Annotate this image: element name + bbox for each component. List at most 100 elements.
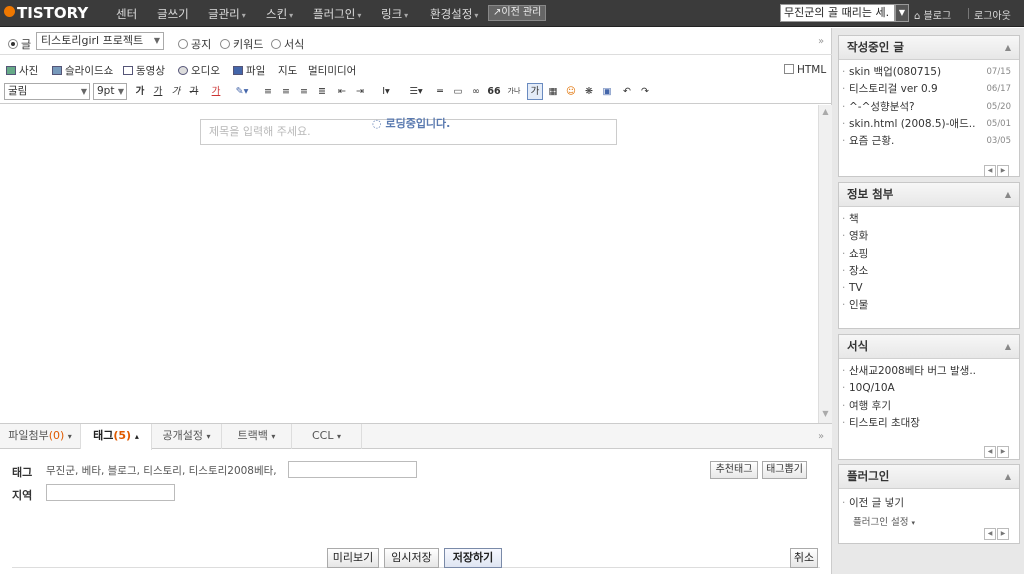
nav-write[interactable]: 글쓰기 [157, 6, 189, 22]
tab-attach[interactable]: 파일첨부(0) ▾ [0, 424, 81, 449]
horizontal-rule-icon[interactable]: ═ [432, 83, 448, 100]
plugins-panel-header[interactable]: 플러그인 ▲ [839, 465, 1019, 489]
list-item[interactable]: skin 백업(080715) 07/15 [839, 64, 1019, 81]
category-select[interactable]: 티스토리girl 프로젝트 ▼ [36, 32, 164, 50]
italic-button[interactable]: 가 [168, 83, 184, 100]
writing-panel-header[interactable]: 작성중인 글 ▲ [839, 36, 1019, 60]
prev-page-icon[interactable]: ◀ [984, 446, 996, 458]
form-radio[interactable]: 서식 [271, 36, 304, 52]
align-center-icon[interactable]: ≡ [278, 83, 294, 100]
prev-page-icon[interactable]: ◀ [984, 528, 996, 540]
highlight-color-icon[interactable]: ✎▾ [230, 83, 254, 100]
sparkle-icon[interactable]: ❋ [581, 83, 597, 100]
info-panel-header[interactable]: 정보 첨부 ▲ [839, 183, 1019, 207]
next-page-icon[interactable]: ▶ [997, 165, 1009, 177]
blog-link[interactable]: ⌂ 블로그 [914, 7, 951, 22]
tag-input[interactable] [288, 461, 417, 478]
multimedia-button[interactable]: 멀티미디어 [308, 63, 356, 78]
list-item[interactable]: 요즘 근황. 03/05 [839, 133, 1019, 150]
scroll-down-icon[interactable]: ▼ [820, 409, 831, 421]
undo-icon[interactable]: ↶ [619, 83, 635, 100]
emoticon-icon[interactable]: ☺ [563, 83, 579, 100]
collapse-sidebar-icon[interactable]: » [818, 36, 824, 47]
audio-button[interactable]: 오디오 [178, 63, 220, 78]
logout-link[interactable]: 로그아웃 [974, 7, 1011, 22]
file-button[interactable]: 파일 [233, 63, 265, 78]
nav-settings[interactable]: 환경설정 ▾ [430, 6, 478, 22]
prev-page-icon[interactable]: ◀ [984, 165, 996, 177]
list-item[interactable]: 10Q/10A [839, 380, 1019, 397]
underline-button[interactable]: 가 [150, 83, 166, 100]
list-item[interactable]: 여행 후기 [839, 398, 1019, 415]
tab-visibility[interactable]: 공개설정 ▾ [152, 424, 222, 449]
editor-scrollbar[interactable]: ▲ ▼ [818, 105, 832, 423]
nav-skin[interactable]: 스킨 ▾ [266, 6, 293, 22]
keyword-radio[interactable]: 키워드 [220, 36, 263, 52]
next-page-icon[interactable]: ▶ [997, 446, 1009, 458]
forms-panel-header[interactable]: 서식 ▲ [839, 335, 1019, 359]
font-family-select[interactable]: 굴림 ▼ [4, 83, 90, 100]
preview-button[interactable]: 미리보기 [327, 548, 379, 568]
special-char-button[interactable]: 가나 [504, 83, 524, 100]
list-item[interactable]: ^-^성향분석? 05/20 [839, 99, 1019, 116]
slideshow-button[interactable]: 슬라이드쇼 [52, 63, 113, 78]
bold-button[interactable]: 가 [132, 83, 148, 100]
cancel-button[interactable]: 취소 [790, 548, 818, 568]
region-input[interactable] [46, 484, 175, 501]
collapse-panel-icon[interactable]: » [818, 431, 824, 442]
quote-button[interactable]: 66 [486, 83, 502, 100]
blog-select-dropdown-icon[interactable]: ▼ [895, 4, 909, 22]
nav-post-manage[interactable]: 글관리 ▾ [208, 6, 246, 22]
info-item-movie[interactable]: 영화 [839, 228, 1019, 245]
redo-icon[interactable]: ↷ [637, 83, 653, 100]
align-justify-icon[interactable]: ≣ [314, 83, 330, 100]
tab-trackback[interactable]: 트랙백 ▾ [222, 424, 292, 449]
info-item-person[interactable]: 인물 [839, 297, 1019, 314]
list-item[interactable]: 티스토리 초대장 [839, 415, 1019, 432]
align-right-icon[interactable]: ≡ [296, 83, 312, 100]
align-left-icon[interactable]: ≡ [260, 83, 276, 100]
box-icon[interactable]: ▭ [450, 83, 466, 100]
video-button[interactable]: 동영상 [123, 63, 165, 78]
line-height-icon[interactable]: I▾ [374, 83, 398, 100]
list-item[interactable]: skin.html (2008.5)-애드.. 05/01 [839, 116, 1019, 133]
nav-center[interactable]: 센터 [116, 6, 137, 22]
list-item[interactable]: 티스토리걸 ver 0.9 06/17 [839, 81, 1019, 98]
list-item[interactable]: 산새교2008베타 버그 발생.. [839, 363, 1019, 380]
nav-link[interactable]: 링크 ▾ [381, 6, 408, 22]
font-color-button[interactable]: 가 [204, 83, 228, 100]
recommend-tag-button[interactable]: 추천태그 [710, 461, 758, 479]
nav-plugin[interactable]: 플러그인 ▾ [313, 6, 361, 22]
table-icon[interactable]: ▦ [545, 83, 561, 100]
info-item-shopping[interactable]: 쇼핑 [839, 246, 1019, 263]
scroll-up-icon[interactable]: ▲ [820, 107, 831, 119]
font-size-select[interactable]: 9pt ▼ [93, 83, 127, 100]
html-mode-checkbox[interactable]: HTML [784, 64, 826, 76]
draft-button[interactable]: 임시저장 [384, 548, 439, 568]
content-editor[interactable] [0, 105, 818, 423]
strikethrough-button[interactable]: 가 [186, 83, 202, 100]
info-item-book[interactable]: 책 [839, 211, 1019, 228]
tab-ccl[interactable]: CCL ▾ [292, 424, 362, 449]
fetch-tag-button[interactable]: 태그뽑기 [762, 461, 807, 479]
map-button[interactable]: 지도 [278, 63, 297, 78]
prev-admin-button[interactable]: ↗이전 관리 [488, 5, 547, 21]
blog-select[interactable]: 무진군의 골 때리는 세. [780, 4, 895, 22]
list-icon[interactable]: ☰▾ [404, 83, 428, 100]
notice-radio[interactable]: 공지 [178, 36, 211, 52]
save-disk-icon[interactable]: ▣ [599, 83, 615, 100]
tab-tag[interactable]: 태그(5) ▴ [81, 424, 152, 450]
post-radio[interactable]: 글 [8, 36, 31, 52]
info-item-tv[interactable]: TV [839, 280, 1019, 297]
list-item[interactable]: 이전 글 넣기 [839, 495, 1019, 512]
info-item-place[interactable]: 장소 [839, 263, 1019, 280]
tistory-logo[interactable]: TISTORY [4, 4, 88, 22]
save-button[interactable]: 저장하기 [444, 548, 502, 568]
indent-icon[interactable]: ⇥ [352, 83, 368, 100]
photo-button[interactable]: 사진 [6, 63, 38, 78]
outdent-icon[interactable]: ⇤ [334, 83, 350, 100]
next-page-icon[interactable]: ▶ [997, 528, 1009, 540]
plugin-setting-link[interactable]: 플러그인 설정 ▾ [853, 514, 915, 528]
link-icon[interactable]: ∞ [468, 83, 484, 100]
text-box-icon[interactable]: 가 [527, 83, 543, 100]
